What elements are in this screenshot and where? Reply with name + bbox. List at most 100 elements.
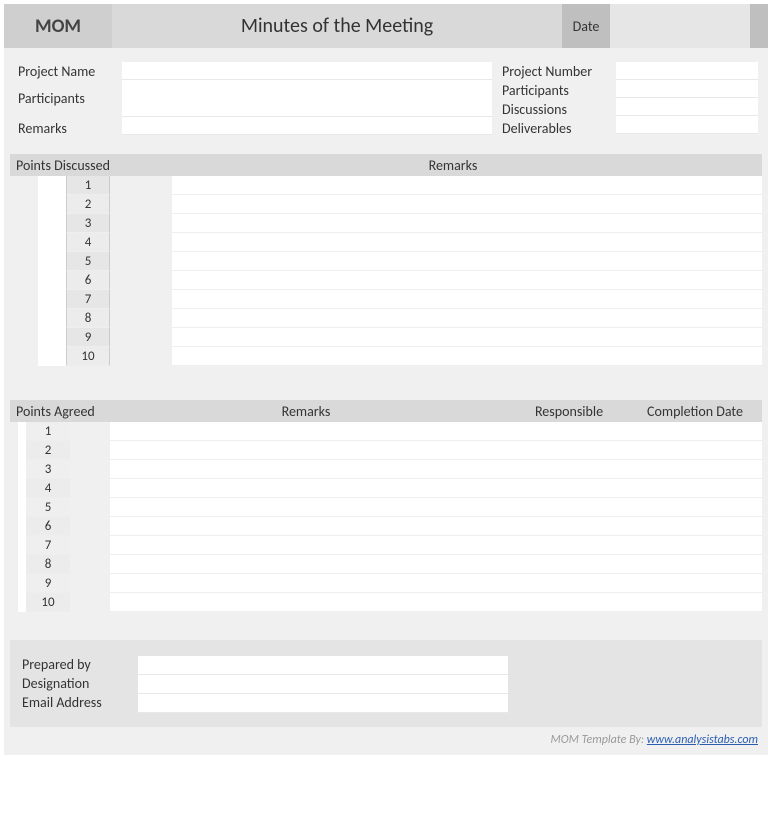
agreed-remarks-cell[interactable]: [110, 460, 510, 479]
discussed-remarks-cell[interactable]: [172, 347, 762, 366]
completion-cell[interactable]: [628, 517, 762, 536]
row-number: 7: [66, 290, 110, 309]
responsible-cell[interactable]: [510, 441, 628, 460]
project-name-label: Project Name: [14, 62, 122, 81]
agreed-remarks-cell[interactable]: [110, 422, 510, 441]
row-number: 10: [26, 593, 70, 612]
remarks-field[interactable]: [122, 117, 492, 135]
completion-cell[interactable]: [628, 441, 762, 460]
table-row: 9: [10, 574, 762, 593]
agreed-remarks-cell[interactable]: [110, 517, 510, 536]
discussions-label: Discussions: [498, 100, 616, 119]
row-number: 5: [26, 498, 70, 517]
header-bar: MOM Minutes of the Meeting Date: [4, 4, 768, 48]
row-number: 4: [26, 479, 70, 498]
row-number: 6: [26, 517, 70, 536]
responsible-cell[interactable]: [510, 536, 628, 555]
participants-field[interactable]: [122, 80, 492, 117]
agreed-remarks-cell[interactable]: [110, 555, 510, 574]
project-name-field[interactable]: [122, 62, 492, 80]
table-row: 10: [10, 347, 762, 366]
discussions-field[interactable]: [616, 98, 758, 116]
responsible-cell[interactable]: [510, 422, 628, 441]
completion-cell[interactable]: [628, 555, 762, 574]
completion-cell[interactable]: [628, 422, 762, 441]
table-row: 5: [10, 252, 762, 271]
credit-line: MOM Template By: www.analysistabs.com: [4, 727, 768, 751]
completion-cell[interactable]: [628, 479, 762, 498]
row-number: 1: [66, 176, 110, 195]
table-row: 7: [10, 536, 762, 555]
points-discussed-col-header: Points Discussed: [10, 154, 144, 176]
prepared-by-label: Prepared by: [18, 656, 138, 675]
participants-count-field[interactable]: [616, 80, 758, 98]
points-agreed-section: Points Agreed Remarks Responsible Comple…: [10, 400, 762, 612]
table-row: 10: [10, 593, 762, 612]
info-block: Project Name Participants Remarks Projec…: [4, 48, 768, 144]
agreed-remarks-cell[interactable]: [110, 441, 510, 460]
completion-cell[interactable]: [628, 498, 762, 517]
row-number: 2: [26, 441, 70, 460]
responsible-cell[interactable]: [510, 517, 628, 536]
table-row: 3: [10, 214, 762, 233]
discussed-remarks-cell[interactable]: [172, 252, 762, 271]
table-row: 9: [10, 328, 762, 347]
agreed-remarks-cell[interactable]: [110, 593, 510, 612]
discussed-remarks-cell[interactable]: [172, 309, 762, 328]
credit-link[interactable]: www.analysistabs.com: [647, 733, 758, 747]
table-row: 8: [10, 555, 762, 574]
page-title: Minutes of the Meeting: [112, 4, 562, 48]
points-agreed-col-header: Points Agreed: [10, 400, 102, 422]
credit-prefix: MOM Template By:: [551, 733, 647, 747]
agreed-remarks-cell[interactable]: [110, 536, 510, 555]
completion-cell[interactable]: [628, 460, 762, 479]
responsible-cell[interactable]: [510, 460, 628, 479]
info-right: Project Number Participants Discussions …: [498, 62, 758, 138]
row-number: 6: [66, 271, 110, 290]
responsible-cell[interactable]: [510, 574, 628, 593]
mom-template-page: MOM Minutes of the Meeting Date Project …: [4, 4, 768, 755]
points-discussed-section: Points Discussed Remarks 12345678910: [10, 154, 762, 366]
table-row: 1: [10, 176, 762, 195]
agreed-remarks-cell[interactable]: [110, 574, 510, 593]
email-label: Email Address: [18, 694, 138, 713]
discussed-remarks-cell[interactable]: [172, 214, 762, 233]
row-number: 3: [66, 214, 110, 233]
section-spacer: [4, 366, 768, 390]
row-number: 5: [66, 252, 110, 271]
discussed-remarks-cell[interactable]: [172, 176, 762, 195]
deliverables-field[interactable]: [616, 116, 758, 134]
agreed-remarks-cell[interactable]: [110, 498, 510, 517]
discussed-remarks-cell[interactable]: [172, 271, 762, 290]
deliverables-label: Deliverables: [498, 119, 616, 138]
table-row: 4: [10, 479, 762, 498]
row-number: 9: [66, 328, 110, 347]
prepared-by-field[interactable]: [138, 656, 508, 675]
responsible-col-header: Responsible: [510, 400, 628, 422]
discussed-remarks-cell[interactable]: [172, 195, 762, 214]
responsible-cell[interactable]: [510, 555, 628, 574]
table-row: 4: [10, 233, 762, 252]
discussed-remarks-cell[interactable]: [172, 290, 762, 309]
agreed-remarks-col-header: Remarks: [102, 400, 510, 422]
responsible-cell[interactable]: [510, 593, 628, 612]
row-number: 3: [26, 460, 70, 479]
completion-cell[interactable]: [628, 536, 762, 555]
designation-field[interactable]: [138, 675, 508, 694]
row-number: 1: [26, 422, 70, 441]
participants-label: Participants: [14, 81, 122, 119]
remarks-label: Remarks: [14, 119, 122, 138]
project-number-field[interactable]: [616, 62, 758, 80]
responsible-cell[interactable]: [510, 479, 628, 498]
agreed-remarks-cell[interactable]: [110, 479, 510, 498]
row-number: 10: [66, 347, 110, 366]
completion-cell[interactable]: [628, 593, 762, 612]
discussed-remarks-cell[interactable]: [172, 328, 762, 347]
email-field[interactable]: [138, 694, 508, 713]
responsible-cell[interactable]: [510, 498, 628, 517]
completion-cell[interactable]: [628, 574, 762, 593]
points-discussed-header: Points Discussed Remarks: [10, 154, 762, 176]
discussed-remarks-cell[interactable]: [172, 233, 762, 252]
footer-block: Prepared by Designation Email Address: [10, 640, 762, 727]
date-input[interactable]: [610, 4, 750, 48]
